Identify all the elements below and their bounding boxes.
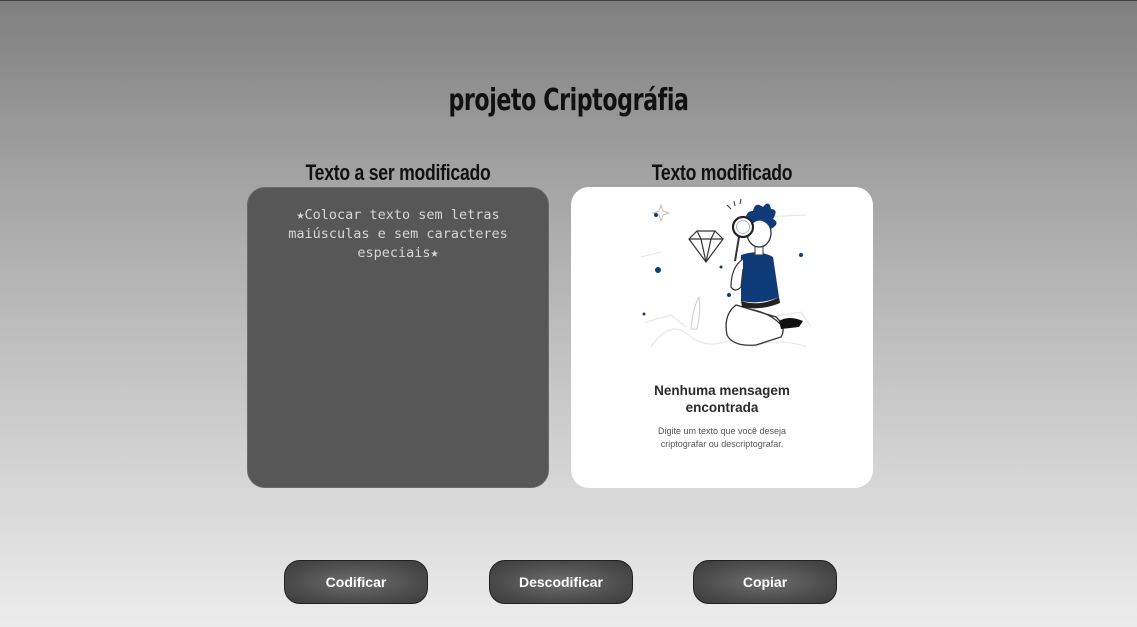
empty-state-title-line1: Nenhuma mensagem: [654, 383, 790, 398]
message-input[interactable]: [248, 188, 548, 487]
empty-state-title: Nenhuma mensagem encontrada: [571, 382, 873, 416]
output-heading: Texto modificado: [651, 160, 793, 185]
empty-state-title-line2: encontrada: [685, 400, 759, 415]
encode-button[interactable]: Codificar: [284, 560, 428, 604]
input-heading: Texto a ser modificado: [305, 160, 491, 185]
page-title: projeto Criptográfia: [448, 83, 689, 119]
empty-state-description: Digite um texto que você deseja criptogr…: [571, 425, 873, 451]
empty-state-description-line1: Digite um texto que você deseja: [657, 426, 787, 436]
input-panel: [247, 187, 549, 488]
copy-button[interactable]: Copiar: [693, 560, 837, 604]
empty-state-description-line2: criptografar ou descriptografar.: [660, 439, 784, 449]
decode-button[interactable]: Descodificar: [489, 560, 633, 604]
output-panel: Nenhuma mensagem encontrada Digite um te…: [571, 187, 873, 488]
person-with-magnifying-glass-illustration: [640, 198, 812, 348]
